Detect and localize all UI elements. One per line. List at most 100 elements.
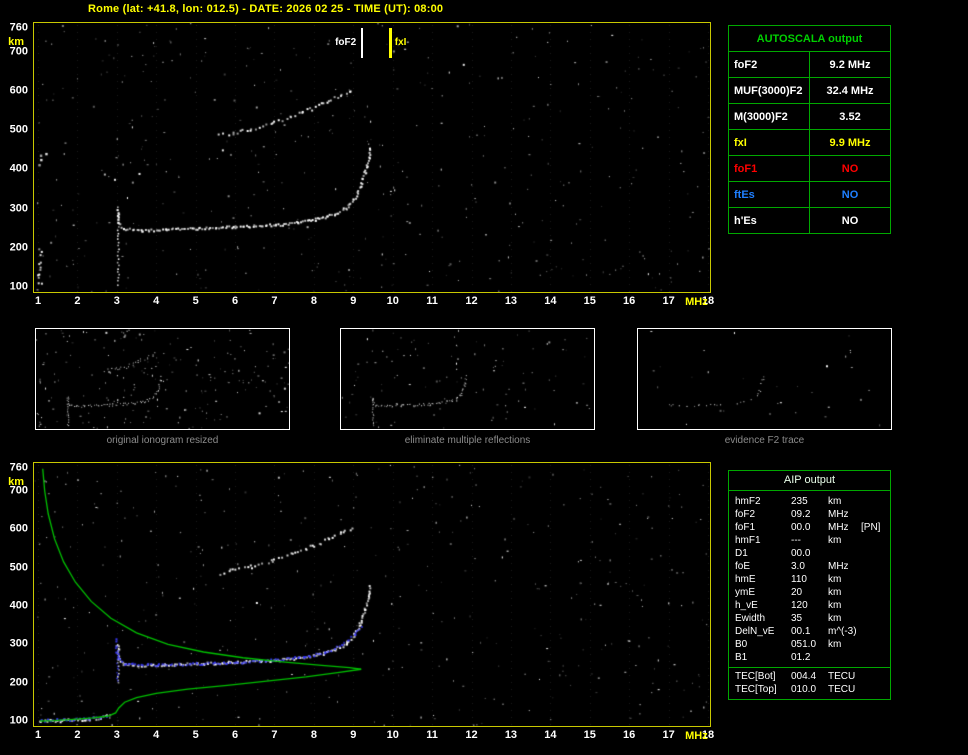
- x-tick-label: 13: [504, 729, 518, 741]
- x-tick-label: 11: [426, 729, 438, 741]
- aip-cell-unit: km: [828, 574, 842, 585]
- aip-cell-name: B1: [735, 652, 748, 663]
- aip-cell-unit: km: [828, 535, 842, 546]
- x-tick-label: 16: [623, 295, 636, 307]
- autoscala-row: M(3000)F2 3.52: [728, 103, 891, 130]
- aip-row: hmF1 --- km: [735, 534, 886, 547]
- ionogram-profile-plot: 760 700 600 500 400 300 200 100 1 2 3 4 5 6 7 8 9 10 11 12 1…: [8, 462, 714, 742]
- aip-cell-name: hmF1: [735, 535, 761, 546]
- aip-cell-extra: [861, 612, 886, 625]
- aip-cell-extra: [861, 508, 886, 521]
- y-tick-label: 100: [9, 280, 28, 293]
- aip-row: Ewidth 35 km: [735, 612, 886, 625]
- aip-cell-name: foE: [735, 561, 751, 572]
- aip-cell-unit: MHz: [828, 509, 849, 520]
- aip-cell-extra: [861, 651, 886, 664]
- aip-cell-unit: km: [828, 639, 842, 650]
- autoscala-row-value: 3.52: [809, 103, 891, 130]
- y-tick-label: 300: [9, 202, 28, 214]
- y-tick-label: 300: [9, 637, 28, 650]
- aip-cell-unit: km: [828, 600, 842, 611]
- aip-cell-unit: MHz: [828, 561, 849, 572]
- aip-cell-value: 00.0: [791, 522, 811, 533]
- ionogram-main-plot: 760 700 600 500 400 300 200 100 1 2 3 4 5 6 7 8 9 10 11 12 1…: [8, 22, 714, 308]
- thumb-f2-evidence-canvas: [637, 328, 892, 430]
- thumb-f2-evidence-caption: evidence F2 trace: [724, 435, 805, 446]
- aip-cell-value: 110: [791, 574, 807, 585]
- thumb-multiple-reflections-canvas: [340, 328, 595, 430]
- autoscala-row-label: fxI: [728, 129, 810, 156]
- thumb-original-ionogram: original ionogram resized: [35, 328, 290, 446]
- aip-cell-name: ymE: [735, 587, 755, 598]
- aip-cell-unit: m^(-3): [828, 626, 857, 637]
- aip-table-header: AIP output: [729, 471, 890, 491]
- x-axis-unit-label: MHz: [685, 730, 708, 742]
- x-tick-label: 9: [350, 729, 357, 741]
- x-tick-label: 5: [192, 295, 199, 307]
- autoscala-row-value: NO: [809, 155, 891, 182]
- y-tick-label: 400: [9, 162, 28, 175]
- autoscala-row-label: foF2: [728, 51, 810, 78]
- y-tick-label: 100: [9, 714, 28, 727]
- aip-tec-row: TEC[Bot] 004.4 TECU: [735, 670, 886, 683]
- aip-tec-row: TEC[Top] 010.0 TECU: [735, 683, 886, 696]
- aip-row: B0 051.0 km: [735, 638, 886, 651]
- thumb-original-canvas: [35, 328, 290, 430]
- aip-tec-cell-unit: TECU: [828, 684, 856, 695]
- autoscala-row-value: 9.9 MHz: [809, 129, 891, 156]
- x-tick-label: 1: [34, 295, 42, 307]
- aip-cell-extra: [861, 560, 886, 573]
- aip-cell-name: DelN_vE: [735, 626, 775, 637]
- autoscala-row-label: MUF(3000)F2: [728, 77, 810, 104]
- x-tick-label: 8: [310, 295, 317, 307]
- aip-cell-extra: [861, 573, 886, 586]
- autoscala-row-label: h'Es: [728, 207, 810, 234]
- aip-cell-value: 051.0: [791, 639, 817, 650]
- fxI-marker-line: [388, 28, 392, 58]
- autoscala-row-label: ftEs: [728, 181, 810, 208]
- autoscala-row-value: 9.2 MHz: [809, 51, 891, 78]
- foF2-marker-label: foF2: [335, 37, 357, 48]
- x-tick-label: 7: [271, 729, 278, 741]
- x-tick-label: 6: [231, 295, 239, 307]
- aip-cell-name: D1: [735, 548, 748, 559]
- aip-cell-extra: [PN]: [861, 522, 881, 533]
- autoscala-table-header: AUTOSCALA output: [728, 25, 891, 52]
- aip-cell-name: hmE: [735, 574, 756, 585]
- autoscala-row-value: 32.4 MHz: [809, 77, 891, 104]
- x-tick-label: 13: [504, 295, 518, 307]
- autoscala-row: ftEs NO: [728, 181, 891, 208]
- y-tick-label: 500: [9, 561, 28, 574]
- autoscala-row: h'Es NO: [728, 207, 891, 234]
- fxI-marker-label: fxI: [394, 37, 407, 48]
- aip-row: DelN_vE 00.1 m^(-3): [735, 625, 886, 638]
- aip-cell-value: 00.0: [791, 548, 811, 559]
- autoscala-row-value: NO: [809, 181, 891, 208]
- x-tick-label: 7: [271, 295, 278, 307]
- foF2-marker-line: [361, 28, 364, 58]
- y-tick-label: 760: [9, 461, 28, 474]
- aip-cell-value: 00.1: [791, 626, 811, 637]
- x-tick-label: 10: [386, 729, 399, 741]
- x-tick-label: 8: [310, 729, 317, 741]
- x-tick-label: 1: [34, 729, 42, 741]
- thumb-multiple-reflections: eliminate multiple reflections: [340, 328, 595, 446]
- aip-row: hmF2 235 km: [735, 495, 886, 508]
- aip-cell-unit: [828, 547, 861, 560]
- y-axis-unit-label: km: [8, 36, 24, 48]
- aip-cell-name: Ewidth: [735, 613, 766, 624]
- x-tick-label: 14: [544, 729, 557, 741]
- autoscala-row-label: foF1: [728, 155, 810, 182]
- aip-cell-value: 235: [791, 496, 808, 507]
- x-tick-label: 4: [153, 729, 160, 741]
- x-tick-label: 12: [465, 295, 478, 307]
- aip-cell-value: 35: [791, 613, 803, 624]
- aip-cell-extra: [861, 495, 886, 508]
- aip-tec-cell-name: TEC[Bot]: [735, 671, 776, 682]
- x-axis-unit-label: MHz: [685, 296, 708, 308]
- x-tick-label: 17: [662, 295, 675, 307]
- x-tick-label: 4: [153, 295, 160, 307]
- ionogram-main-canvas: [34, 23, 710, 292]
- y-tick-label: 600: [9, 84, 28, 97]
- aip-cell-name: h_vE: [735, 600, 758, 611]
